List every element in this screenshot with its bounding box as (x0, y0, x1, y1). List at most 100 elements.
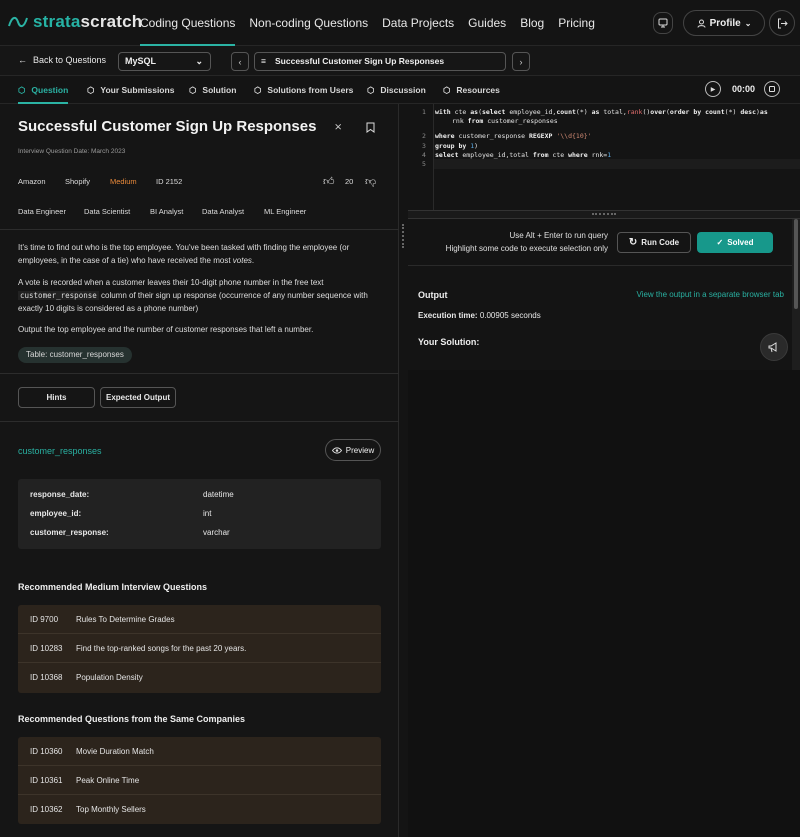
code-editor[interactable]: 1 2 3 4 5 with cte as(select employee_id… (408, 104, 800, 210)
code-line-3: group by 1) (435, 142, 479, 150)
share-icon[interactable]: ⨯ (334, 122, 342, 133)
list-item[interactable]: ID 10368 Population Density (18, 663, 381, 692)
preview-button[interactable]: Preview (325, 439, 381, 461)
code-line-1-wrap: rnk from customer_responses (452, 117, 558, 125)
nav-coding-questions[interactable]: Coding Questions (140, 0, 236, 46)
question-name: Peak Online Time (76, 776, 140, 785)
question-title-selector[interactable]: ≡ Successful Customer Sign Up Responses (254, 52, 506, 71)
table-pill[interactable]: Table: customer_responses (18, 347, 132, 363)
question-id: ID 10368 (30, 673, 63, 682)
nav-blog[interactable]: Blog (520, 0, 544, 46)
recommended-same-list: ID 10360 Movie Duration Match ID 10361 Pea… (18, 737, 381, 824)
line-number: 1 (422, 108, 426, 116)
play-timer-button[interactable]: ▶ (705, 81, 721, 97)
expected-output-button[interactable]: Expected Output (100, 387, 176, 408)
column-name: response_date: (30, 490, 90, 499)
cube-icon: ⬡ (443, 84, 451, 95)
schema-table: response_date: datetime employee_id: int… (18, 479, 381, 549)
company-tag[interactable]: Shopify (65, 177, 90, 186)
question-id: ID 10362 (30, 805, 63, 814)
logo[interactable]: stratascratch (7, 12, 142, 32)
column-name: customer_response: (30, 528, 109, 537)
nav-pricing[interactable]: Pricing (558, 0, 595, 46)
next-question-button[interactable]: › (512, 52, 530, 71)
nav-non-coding-questions[interactable]: Non-coding Questions (249, 0, 368, 46)
drag-handle-icon (402, 224, 404, 248)
recommended-medium-heading: Recommended Medium Interview Questions (18, 582, 208, 592)
tab-resources[interactable]: ⬡ Resources (443, 76, 500, 104)
nav-data-projects[interactable]: Data Projects (382, 0, 454, 46)
panel-resizer[interactable] (399, 104, 408, 837)
question-paragraph-2: A vote is recorded when a customer leave… (18, 278, 368, 313)
tab-solution[interactable]: ⬡ Solution (189, 76, 236, 104)
hints-button[interactable]: Hints (18, 387, 95, 408)
line-number: 3 (422, 142, 426, 150)
list-item[interactable]: ID 10360 Movie Duration Match (18, 737, 381, 766)
chevron-left-icon: ‹ (238, 56, 242, 67)
tab-question[interactable]: ⬡ Question (18, 76, 69, 104)
question-tabs: ⬡ Question ⬡ Your Submissions ⬡ Solution ⬡ S… (0, 76, 800, 104)
like-count: 20 (345, 177, 354, 186)
interview-date: Interview Question Date: March 2023 (18, 148, 126, 155)
divider (0, 373, 399, 374)
play-icon: ▶ (710, 86, 716, 93)
role-tag[interactable]: Data Analyst (202, 207, 244, 216)
question-name: Movie Duration Match (76, 747, 154, 756)
nav-guides[interactable]: Guides (468, 0, 506, 46)
table-name-link[interactable]: customer_responses (18, 446, 102, 456)
divider (0, 421, 399, 422)
question-title-text: Successful Customer Sign Up Responses (275, 56, 445, 66)
tab-solutions-from-users[interactable]: ⬡ Solutions from Users (254, 76, 353, 104)
stop-timer-button[interactable] (764, 81, 780, 97)
question-toolbar: ← Back to Questions MySQL ⌄ ‹ ≡ Successf… (0, 46, 800, 76)
tab-label: Solutions from Users (267, 84, 354, 95)
your-solution-heading: Your Solution: (418, 337, 480, 347)
list-item[interactable]: ID 9700 Rules To Determine Grades (18, 605, 381, 634)
code-line-1: with cte as(select employee_id,count(*) … (435, 108, 768, 116)
role-tag[interactable]: ML Engineer (264, 207, 306, 216)
bookmark-icon[interactable] (366, 122, 375, 133)
back-label: Back to Questions (33, 55, 107, 65)
back-to-questions-link[interactable]: ← Back to Questions (18, 55, 106, 65)
feedback-button[interactable] (760, 333, 788, 361)
role-tag[interactable]: Data Engineer (18, 207, 66, 216)
line-number: 4 (422, 151, 426, 159)
list-item[interactable]: ID 10283 Find the top-ranked songs for th… (18, 634, 381, 663)
tab-your-submissions[interactable]: ⬡ Your Submissions (87, 76, 174, 104)
run-bar: Use Alt + Enter to run query Highlight s… (408, 219, 792, 266)
cube-icon: ⬡ (189, 84, 197, 95)
question-title: Successful Customer Sign Up Responses (18, 118, 317, 135)
editor-resizer[interactable] (408, 210, 800, 219)
user-icon (697, 19, 706, 28)
language-select[interactable]: MySQL ⌄ (118, 52, 211, 71)
divider (0, 229, 399, 230)
cube-icon: ⬡ (18, 84, 26, 95)
run-code-label: Run Code (641, 238, 680, 247)
scrollbar-thumb[interactable] (794, 219, 798, 309)
thumbs-up-icon[interactable]: 👍︎ (323, 175, 335, 188)
thumbs-down-icon[interactable]: 👎︎ (365, 175, 376, 188)
company-tag[interactable]: Amazon (18, 177, 46, 186)
output-new-tab-link[interactable]: View the output in a separate browser ta… (637, 290, 785, 299)
difficulty-badge: Medium (110, 177, 137, 186)
prev-question-button[interactable]: ‹ (231, 52, 249, 71)
list-item[interactable]: ID 10362 Top Monthly Sellers (18, 795, 381, 824)
list-item[interactable]: ID 10361 Peak Online Time (18, 766, 381, 795)
active-line-highlight (434, 159, 800, 169)
monitor-button[interactable] (653, 12, 673, 34)
tab-discussion[interactable]: ⬡ Discussion (367, 76, 426, 104)
role-tag[interactable]: Data Scientist (84, 207, 130, 216)
output-scrollbar[interactable] (792, 219, 800, 370)
preview-label: Preview (345, 445, 375, 455)
run-code-button[interactable]: ↻ Run Code (617, 232, 691, 253)
empty-area (408, 370, 800, 837)
main-nav: Coding Questions Non-coding Questions Da… (140, 0, 609, 46)
role-tag[interactable]: BI Analyst (150, 207, 183, 216)
profile-label: Profile (709, 17, 741, 29)
recommended-medium-list: ID 9700 Rules To Determine Grades ID 1028… (18, 605, 381, 693)
logout-button[interactable] (769, 10, 795, 36)
solved-button[interactable]: ✓ Solved (697, 232, 773, 253)
timer-value: 00:00 (732, 84, 756, 94)
output-panel: Output View the output in a separate bro… (408, 266, 792, 370)
profile-button[interactable]: Profile ⌄ (683, 10, 765, 36)
